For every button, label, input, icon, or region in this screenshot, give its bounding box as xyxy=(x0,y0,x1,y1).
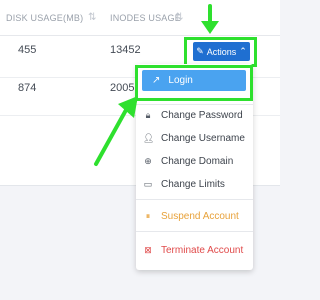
menu-divider xyxy=(136,104,253,105)
server-icon: ▭ xyxy=(143,178,153,189)
column-header-inodes-usage[interactable]: INODES USAGE xyxy=(110,13,181,23)
menu-item-change-limits[interactable]: ▭ Change Limits xyxy=(143,175,225,193)
menu-divider xyxy=(136,199,253,200)
menu-item-terminate-account[interactable]: ⊠ Terminate Account xyxy=(143,241,243,259)
column-header-disk-usage[interactable]: DISK USAGE(MB) xyxy=(6,13,83,23)
close-box-icon: ⊠ xyxy=(144,244,152,255)
menu-divider xyxy=(136,231,253,232)
disk-usage-cell: 874 xyxy=(18,82,37,94)
menu-item-label: Change Username xyxy=(161,132,245,144)
pause-icon: ⏸︎ xyxy=(145,210,151,221)
sort-icon[interactable]: ⇅ xyxy=(175,12,183,23)
menu-item-label: Change Domain xyxy=(161,155,234,167)
menu-item-change-domain[interactable]: ⊕ Change Domain xyxy=(143,152,233,170)
user-icon: 👤︎ xyxy=(143,132,155,143)
highlight-box-actions xyxy=(184,37,257,67)
menu-item-change-username[interactable]: 👤︎ Change Username xyxy=(143,129,245,147)
menu-item-label: Suspend Account xyxy=(161,210,239,222)
inodes-usage-cell: 13452 xyxy=(110,44,141,56)
globe-icon: ⊕ xyxy=(144,155,152,166)
menu-item-change-password[interactable]: 🔒︎ Change Password xyxy=(143,106,243,124)
down-arrow-annotation xyxy=(201,4,219,34)
sort-icon[interactable]: ⇅ xyxy=(88,12,96,23)
menu-item-suspend-account[interactable]: ⏸︎ Suspend Account xyxy=(143,207,239,225)
menu-item-label: Change Limits xyxy=(161,178,225,190)
menu-item-label: Change Password xyxy=(161,109,243,121)
disk-usage-cell: 455 xyxy=(18,44,37,56)
diagonal-arrow-annotation xyxy=(94,96,138,166)
highlight-box-login xyxy=(135,65,253,101)
menu-item-label: Terminate Account xyxy=(161,244,244,256)
lock-icon: 🔒︎ xyxy=(145,109,151,120)
